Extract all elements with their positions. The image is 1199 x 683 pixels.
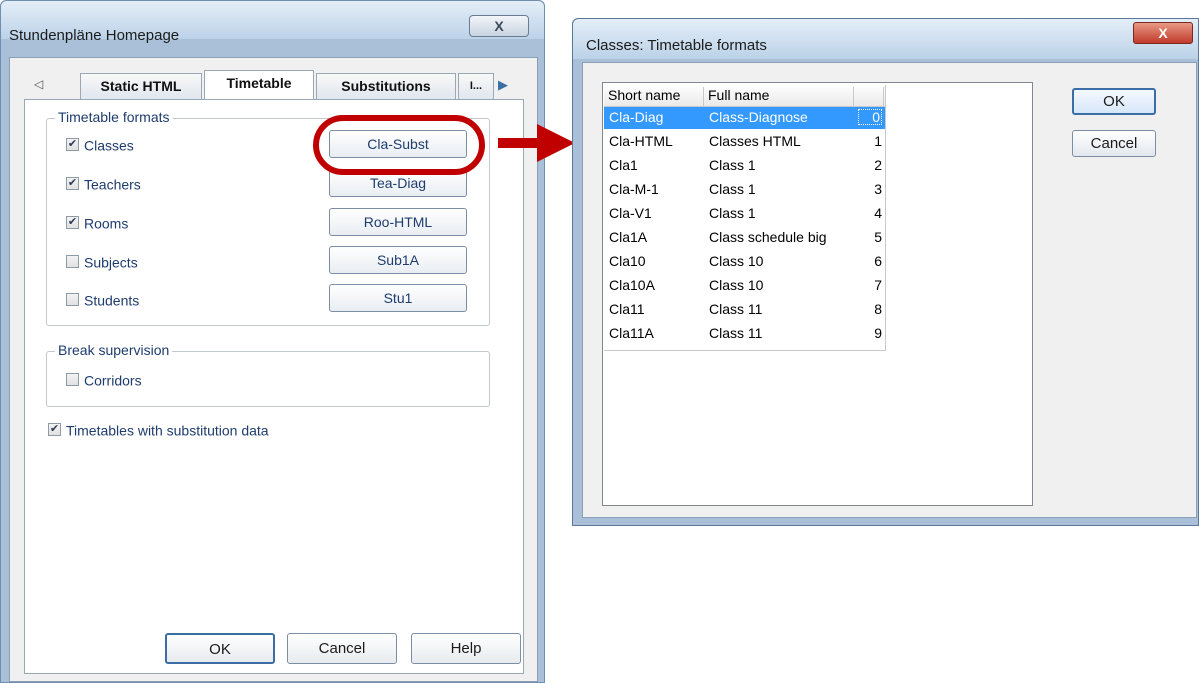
list-item[interactable]: Cla11 Class 11 8 [604, 299, 886, 321]
cancel-button[interactable]: Cancel [1072, 130, 1156, 157]
tab-label: Static HTML [100, 78, 182, 94]
list-item[interactable]: Cla1 Class 1 2 [604, 155, 886, 177]
number-cell: 8 [874, 301, 882, 317]
rooms-format-button[interactable]: Roo-HTML [329, 208, 467, 236]
short-name-cell: Cla11A [609, 325, 654, 341]
number-cell: 5 [874, 229, 882, 245]
number-cell: 0 [858, 109, 882, 125]
close-icon: X [494, 18, 504, 34]
teachers-checkbox[interactable]: ✔ Teachers [66, 175, 141, 193]
checkbox-icon [66, 254, 79, 268]
number-cell: 4 [874, 205, 882, 221]
close-button[interactable]: X [1133, 22, 1193, 44]
subjects-checkbox[interactable]: Subjects [66, 253, 138, 271]
cancel-button[interactable]: Cancel [287, 633, 397, 664]
substitution-data-checkbox[interactable]: ✔ Timetables with substitution data [48, 421, 269, 439]
column-header-short-name[interactable]: Short name [604, 87, 704, 107]
short-name-cell: Cla-HTML [609, 133, 673, 149]
timetable-formats-label: Timetable formats [55, 109, 173, 125]
full-name-cell: Class 10 [709, 253, 764, 269]
close-icon: X [1158, 25, 1168, 41]
checkbox-icon: ✔ [48, 422, 61, 436]
timetable-formats-title: Classes: Timetable formats [586, 37, 767, 54]
list-item[interactable]: Cla10A Class 10 7 [604, 275, 886, 297]
list-item[interactable]: Cla11A Class 11 9 [604, 323, 886, 345]
short-name-cell: Cla11 [609, 301, 645, 317]
number-cell: 9 [874, 325, 882, 341]
short-name-cell: Cla10A [609, 277, 655, 293]
list-item[interactable]: Cla-Diag Class-Diagnose 0 [604, 107, 886, 129]
list-item[interactable]: Cla10 Class 10 6 [604, 251, 886, 273]
arrow-head [537, 124, 575, 162]
close-button[interactable]: X [469, 15, 529, 37]
full-name-cell: Class 11 [709, 301, 763, 317]
list-item[interactable]: Cla-M-1 Class 1 3 [604, 179, 886, 201]
timetable-formats-titlebar: Classes: Timetable formats X [573, 19, 1198, 59]
full-name-cell: Class 1 [709, 205, 756, 221]
ok-button[interactable]: OK [1072, 88, 1156, 115]
tab-scroll-left-icon[interactable]: ◁ [34, 77, 43, 91]
number-cell: 7 [874, 277, 882, 293]
checkbox-icon: ✔ [66, 215, 79, 229]
short-name-cell: Cla1 [609, 157, 638, 173]
break-supervision-label: Break supervision [55, 342, 173, 358]
tab-label: I... [469, 80, 483, 92]
tab-strip: ◁ Static HTML Timetable Substitutions I.… [24, 70, 524, 100]
number-cell: 2 [874, 157, 882, 173]
checkbox-icon: ✔ [66, 176, 79, 190]
list-item[interactable]: Cla-HTML Classes HTML 1 [604, 131, 886, 153]
rooms-checkbox[interactable]: ✔ Rooms [66, 214, 128, 232]
number-cell: 3 [874, 181, 882, 197]
full-name-cell: Classes HTML [709, 133, 801, 149]
classes-checkbox[interactable]: ✔ Classes [66, 136, 134, 154]
students-format-button[interactable]: Stu1 [329, 284, 467, 312]
highlight-ring [313, 115, 485, 175]
subjects-format-button[interactable]: Sub1A [329, 246, 467, 274]
ok-button[interactable]: OK [165, 633, 275, 664]
tab-label: Substitutions [341, 78, 431, 94]
full-name-cell: Class 10 [709, 277, 764, 293]
full-name-cell: Class 1 [709, 181, 756, 197]
help-button[interactable]: Help [411, 633, 521, 664]
list-header: Short name Full name [604, 85, 886, 107]
homepage-dialog-titlebar: Stundenpläne Homepage X [1, 1, 544, 44]
short-name-cell: Cla-V1 [609, 205, 652, 221]
column-header-number[interactable] [854, 87, 884, 107]
tab-scroll-right-icon[interactable]: ▶ [498, 77, 508, 93]
homepage-dialog-title: Stundenpläne Homepage [9, 27, 180, 44]
short-name-cell: Cla-M-1 [609, 181, 659, 197]
full-name-cell: Class 1 [709, 157, 756, 173]
list-item[interactable]: Cla1A Class schedule big 5 [604, 227, 886, 249]
tab-label: Timetable [226, 75, 292, 91]
corridors-checkbox[interactable]: Corridors [66, 371, 142, 389]
short-name-cell: Cla10 [609, 253, 646, 269]
list-item[interactable]: Cla-V1 Class 1 4 [604, 203, 886, 225]
number-cell: 1 [874, 133, 882, 149]
tab-overflow[interactable]: I... [458, 73, 494, 100]
tab-timetable[interactable]: Timetable [204, 70, 314, 100]
checkbox-icon [66, 372, 79, 386]
checkbox-icon [66, 292, 79, 306]
checkbox-icon: ✔ [66, 137, 79, 151]
tab-static-html[interactable]: Static HTML [80, 73, 202, 100]
arrow-shaft [498, 138, 538, 148]
full-name-cell: Class schedule big [709, 229, 827, 245]
students-checkbox[interactable]: Students [66, 291, 139, 309]
short-name-cell: Cla-Diag [609, 109, 664, 125]
short-name-cell: Cla1A [609, 229, 648, 245]
full-name-cell: Class-Diagnose [709, 109, 808, 125]
tab-substitutions[interactable]: Substitutions [316, 73, 456, 100]
number-cell: 6 [874, 253, 882, 269]
full-name-cell: Class 11 [709, 325, 763, 341]
format-list[interactable]: Short name Full name Cla-Diag Class-Diagn… [604, 85, 886, 353]
column-header-full-name[interactable]: Full name [704, 87, 854, 107]
